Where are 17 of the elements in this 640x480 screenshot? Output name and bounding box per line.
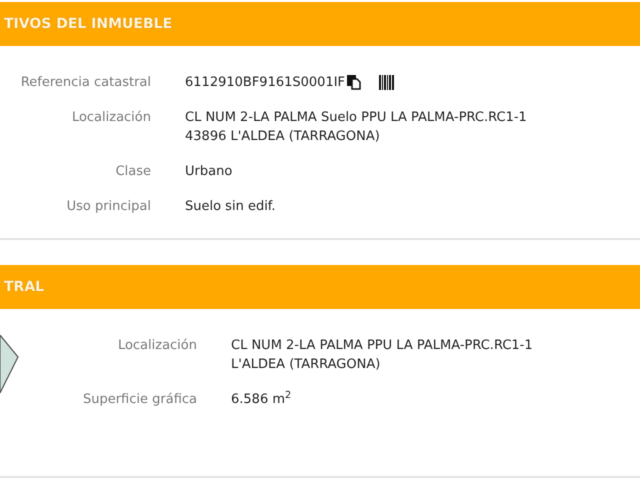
field-label: Clase bbox=[114, 163, 151, 181]
copy-icon[interactable] bbox=[347, 75, 362, 90]
parcel-map-drawing bbox=[0, 335, 19, 394]
field-value: CL NUM 2-LA PALMA Suelo PPU LA PALMA-PRC.RC1-1 43896 L'ALDEA (TARRAGONA) bbox=[185, 109, 527, 146]
section-title: TIVOS DEL INMUEBLE bbox=[3, 14, 172, 34]
field-value: Suelo sin edif. bbox=[185, 198, 276, 216]
field-label: Uso principal bbox=[66, 198, 151, 216]
field-value: 6112910BF9161S0001IF bbox=[185, 74, 346, 92]
field-value: 6.586 m$^{2}$ bbox=[231, 390, 292, 409]
field-label: Localización bbox=[116, 337, 197, 355]
barcode-icon[interactable] bbox=[379, 75, 394, 90]
field-value: CL NUM 2-LA PALMA PPU LA PALMA-PRC.RC1-1 L'ALDEA (TARRAGONA) bbox=[231, 337, 533, 374]
field-value: Urbano bbox=[185, 163, 232, 181]
field-label: Localización bbox=[70, 109, 151, 127]
section-title: TRAL bbox=[3, 278, 44, 296]
field-label: Superficie gráfica bbox=[82, 391, 197, 409]
field-label: Referencia catastral bbox=[20, 74, 151, 92]
